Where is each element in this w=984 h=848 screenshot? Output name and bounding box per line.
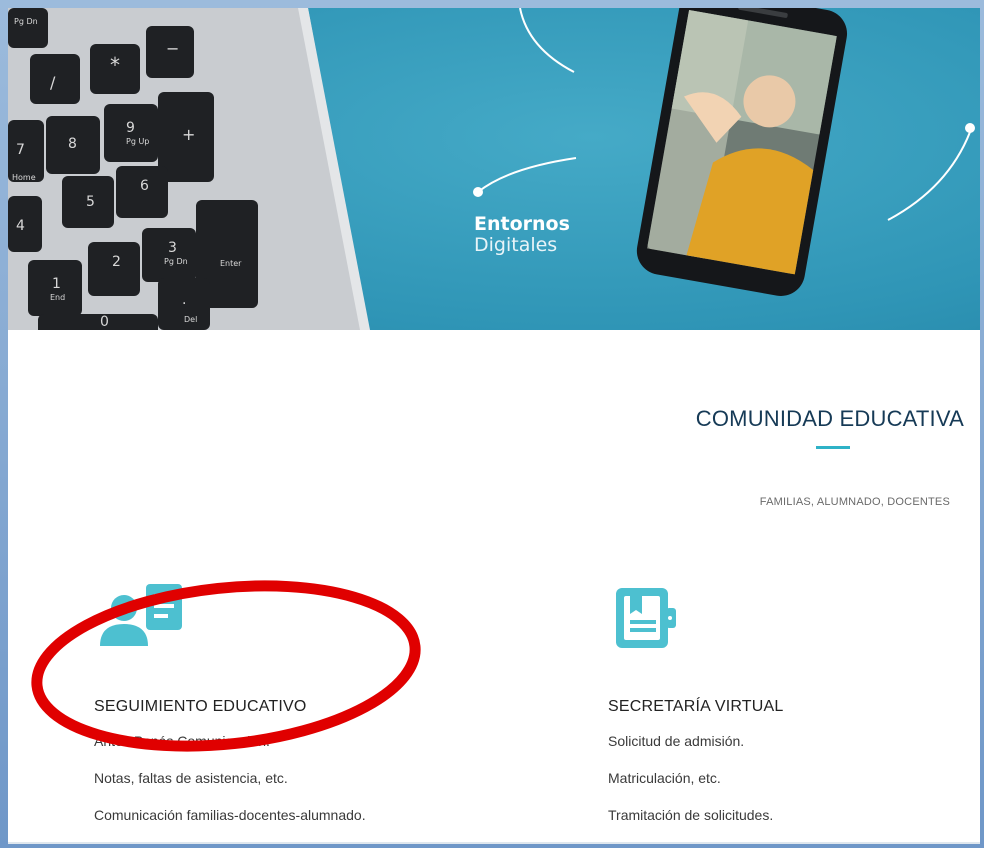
title-underline bbox=[816, 446, 850, 449]
list-item: Notas, faltas de asistencia, etc. bbox=[94, 770, 288, 786]
list-item: Matriculación, etc. bbox=[608, 770, 721, 786]
section-title: COMUNIDAD EDUCATIVA bbox=[695, 406, 964, 431]
hero-title-regular: Digitales bbox=[474, 234, 558, 256]
tablet-document-icon bbox=[616, 588, 676, 648]
hero-banner: Pg Dn / * − 7 Home 8 9 Pg Up + 4 5 6 1 E… bbox=[8, 8, 980, 330]
hero-title: Entornos Digitales bbox=[474, 214, 570, 256]
list-item: Tramitación de solicitudes. bbox=[608, 807, 774, 823]
hero-title-bold: Entornos bbox=[474, 213, 570, 235]
feature-title: SECRETARÍA VIRTUAL bbox=[608, 698, 784, 715]
feature-secretaria-virtual: SECRETARÍA VIRTUAL Solicitud de admisión… bbox=[608, 580, 968, 823]
section-subtitle: FAMILIAS, ALUMNADO, DOCENTES bbox=[759, 496, 950, 508]
smartphone-image bbox=[636, 8, 848, 296]
list-item: Comunicación familias-docentes-alumnado. bbox=[94, 807, 366, 823]
red-circle-annotation bbox=[31, 580, 421, 752]
feature-list: Solicitud de admisión. Matriculación, et… bbox=[608, 732, 773, 843]
list-item: Solicitud de admisión. bbox=[608, 733, 745, 749]
page-frame: Pg Dn / * − 7 Home 8 9 Pg Up + 4 5 6 1 E… bbox=[8, 8, 980, 844]
bottom-divider bbox=[8, 842, 980, 844]
